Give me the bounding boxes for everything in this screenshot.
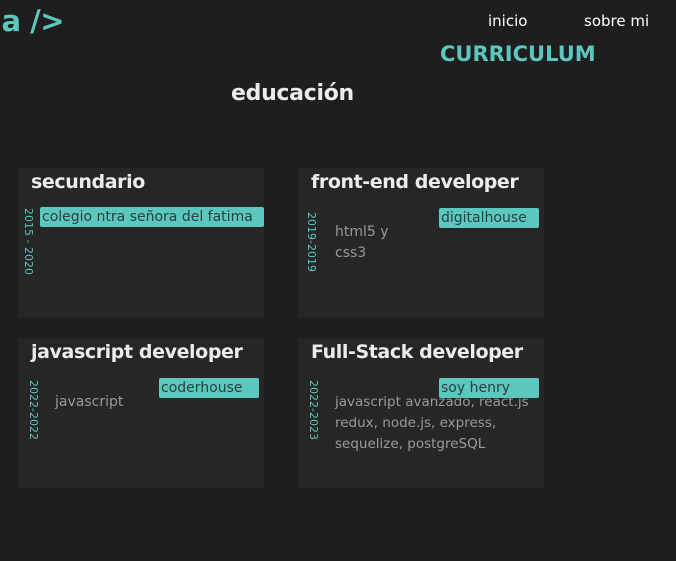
education-card-front-end: front-end developer 2019-2019 digitalhou… <box>298 168 544 318</box>
page: ia /> inicio sobre mi CURRICULUM educaci… <box>0 0 676 561</box>
section-title: educación <box>231 81 354 106</box>
card-description: html5 y css3 <box>335 224 389 261</box>
education-card-javascript: javascript developer 2022-2022 coderhous… <box>18 338 264 488</box>
card-title: javascript developer <box>31 341 243 363</box>
card-dates-text: 2019-2019 <box>305 212 318 272</box>
card-title: secundario <box>31 171 145 193</box>
card-institution-badge: digitalhouse <box>439 208 539 228</box>
education-card-secundario: secundario 2015 - 2020 colegio ntra seño… <box>18 168 264 318</box>
nav-link-sobre-mi[interactable]: sobre mi <box>584 12 649 30</box>
card-dates: 2015 - 2020 <box>18 208 38 288</box>
card-dates-text: 2022-2022 <box>27 380 40 440</box>
card-description: javascript <box>55 394 124 410</box>
card-dates: 2019-2019 <box>301 212 321 292</box>
education-card-full-stack: Full-Stack developer 2022-2023 soy henry… <box>298 338 544 488</box>
nav-link-inicio[interactable]: inicio <box>488 12 527 30</box>
card-dates: 2022-2023 <box>303 380 323 460</box>
card-institution-badge: coderhouse <box>159 378 259 398</box>
curriculum-link[interactable]: CURRICULUM <box>440 36 596 62</box>
card-dates: 2022-2022 <box>23 380 43 460</box>
card-dates-text: 2015 - 2020 <box>22 208 35 275</box>
card-title: Full-Stack developer <box>311 341 523 363</box>
card-dates-text: 2022-2023 <box>307 380 320 440</box>
card-institution-badge: colegio ntra señora del fatima <box>40 207 264 227</box>
card-description: javascript avanzado, react.js redux, nod… <box>335 394 529 452</box>
site-logo[interactable]: ia /> <box>0 4 65 38</box>
card-title: front-end developer <box>311 171 519 193</box>
